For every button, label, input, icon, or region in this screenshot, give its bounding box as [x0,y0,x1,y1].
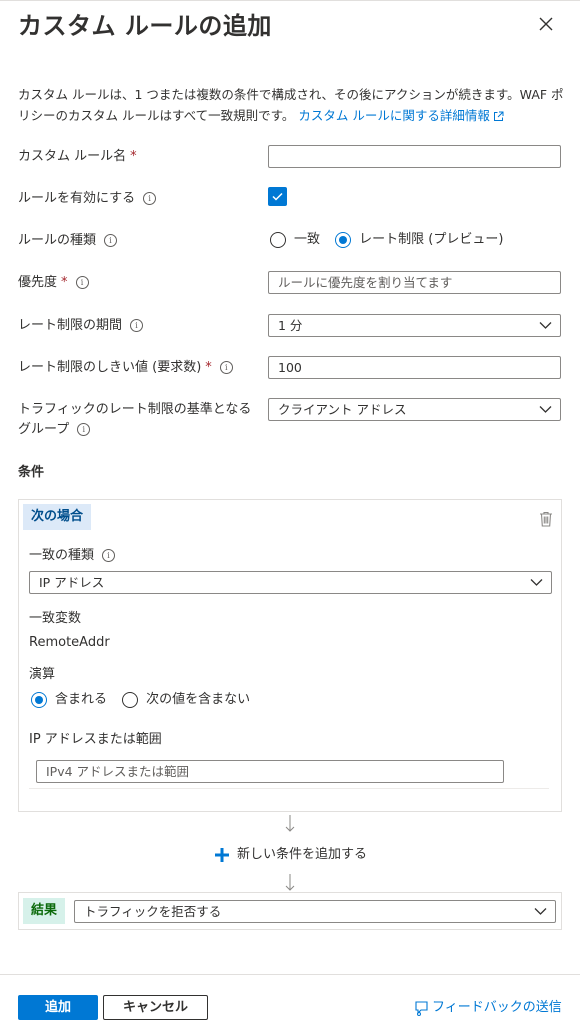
result-badge: 結果 [23,898,66,924]
priority-placeholder: ルールに優先度を割り当てます [278,275,453,290]
ip-range-input[interactable]: IPv4 アドレスまたは範囲 [36,760,504,783]
radio-match[interactable] [270,231,286,248]
radio-not-contains-label: 次の値を含まない [146,691,251,707]
feedback-label: フィードバックの送信 [432,1000,562,1015]
panel-description: カスタム ルールは、1 つまたは複数の条件で構成され、その後にアクションが続きま… [18,84,568,126]
rule-type-radio-group: 一致 レート制限 (プレビュー) [270,229,513,250]
trash-icon[interactable] [539,511,553,527]
info-icon: i [102,549,116,562]
operation-radio-group: 含まれる 次の値を含まない [31,689,260,710]
radio-contains[interactable] [31,691,47,708]
radio-rate-limit[interactable] [335,231,352,248]
learn-more-link[interactable]: カスタム ルールに関する詳細情報 [298,108,504,123]
match-variable-value: RemoteAddr [29,635,110,650]
info-icon: i [130,319,144,332]
group-by-value: クライアント アドレス [278,402,407,417]
info-icon: i [77,423,91,436]
flow-arrow-icon [285,815,295,832]
radio-contains-label: 含まれる [55,691,108,707]
match-type-value: IP アドレス [39,575,105,590]
match-variable-label: 一致変数 [29,611,82,626]
if-badge: 次の場合 [23,504,92,530]
priority-label: 優先度 * i [18,273,89,293]
group-by-dropdown[interactable]: クライアント アドレス [268,398,561,421]
chevron-down-icon [539,406,552,413]
match-type-dropdown[interactable]: IP アドレス [29,571,552,594]
close-icon[interactable] [536,14,556,34]
rule-type-label: ルールの種類 i [18,231,118,251]
chevron-down-icon [539,322,552,329]
conditions-heading: 条件 [18,465,45,480]
chevron-down-icon [530,579,543,586]
info-icon: i [143,192,157,205]
group-by-label: トラフィックのレート制限の基準となる グループ i [18,402,252,437]
panel-title: カスタム ルールの追加 [18,12,272,40]
radio-match-label: 一致 [294,231,321,247]
info-icon: i [75,276,89,289]
cancel-button[interactable]: キャンセル [103,995,208,1020]
plus-icon [215,847,229,862]
add-condition-label: 新しい条件を追加する [237,847,368,862]
enable-rule-label: ルールを有効にする i [18,189,157,209]
feedback-link[interactable]: フィードバックの送信 [414,996,562,1016]
enable-rule-checkbox[interactable] [268,187,287,206]
add-button[interactable]: 追加 [18,995,98,1020]
priority-input[interactable]: ルールに優先度を割り当てます [268,271,561,294]
divider [29,788,549,789]
radio-rate-limit-label: レート制限 (プレビュー) [359,231,504,247]
rate-limit-threshold-input[interactable]: 100 [268,356,561,379]
footer-divider [0,974,580,975]
radio-not-contains[interactable] [122,691,139,708]
add-condition-button[interactable]: 新しい条件を追加する [214,843,367,863]
info-icon: i [219,361,233,374]
result-action-value: トラフィックを拒否する [84,904,222,919]
rate-limit-duration-label: レート制限の期間 i [18,316,144,336]
learn-more-text: カスタム ルールに関する詳細情報 [298,108,490,123]
ip-range-placeholder: IPv4 アドレスまたは範囲 [46,764,190,779]
rate-limit-duration-value: 1 分 [278,318,303,333]
chevron-down-icon [534,908,547,915]
rate-limit-threshold-value: 100 [278,360,302,375]
condition-card: 次の場合 一致の種類 i IP アドレス 一致変数 RemoteAddr 演算 含… [18,499,562,812]
info-icon: i [104,234,118,247]
rate-limit-threshold-label: レート制限のしきい値 (要求数) * i [18,358,233,378]
result-action-dropdown[interactable]: トラフィックを拒否する [74,900,556,923]
rate-limit-duration-dropdown[interactable]: 1 分 [268,314,561,337]
rule-name-input[interactable] [268,145,561,168]
result-card: 結果 トラフィックを拒否する [18,892,562,930]
rule-name-label: カスタム ルール名 * [18,149,137,164]
top-border [0,0,580,1]
ip-range-label: IP アドレスまたは範囲 [29,732,162,747]
external-link-icon [493,111,504,121]
feedback-icon [415,1000,428,1016]
operation-label: 演算 [29,667,56,682]
match-type-label: 一致の種類 i [29,547,116,565]
flow-arrow-icon [285,874,295,891]
